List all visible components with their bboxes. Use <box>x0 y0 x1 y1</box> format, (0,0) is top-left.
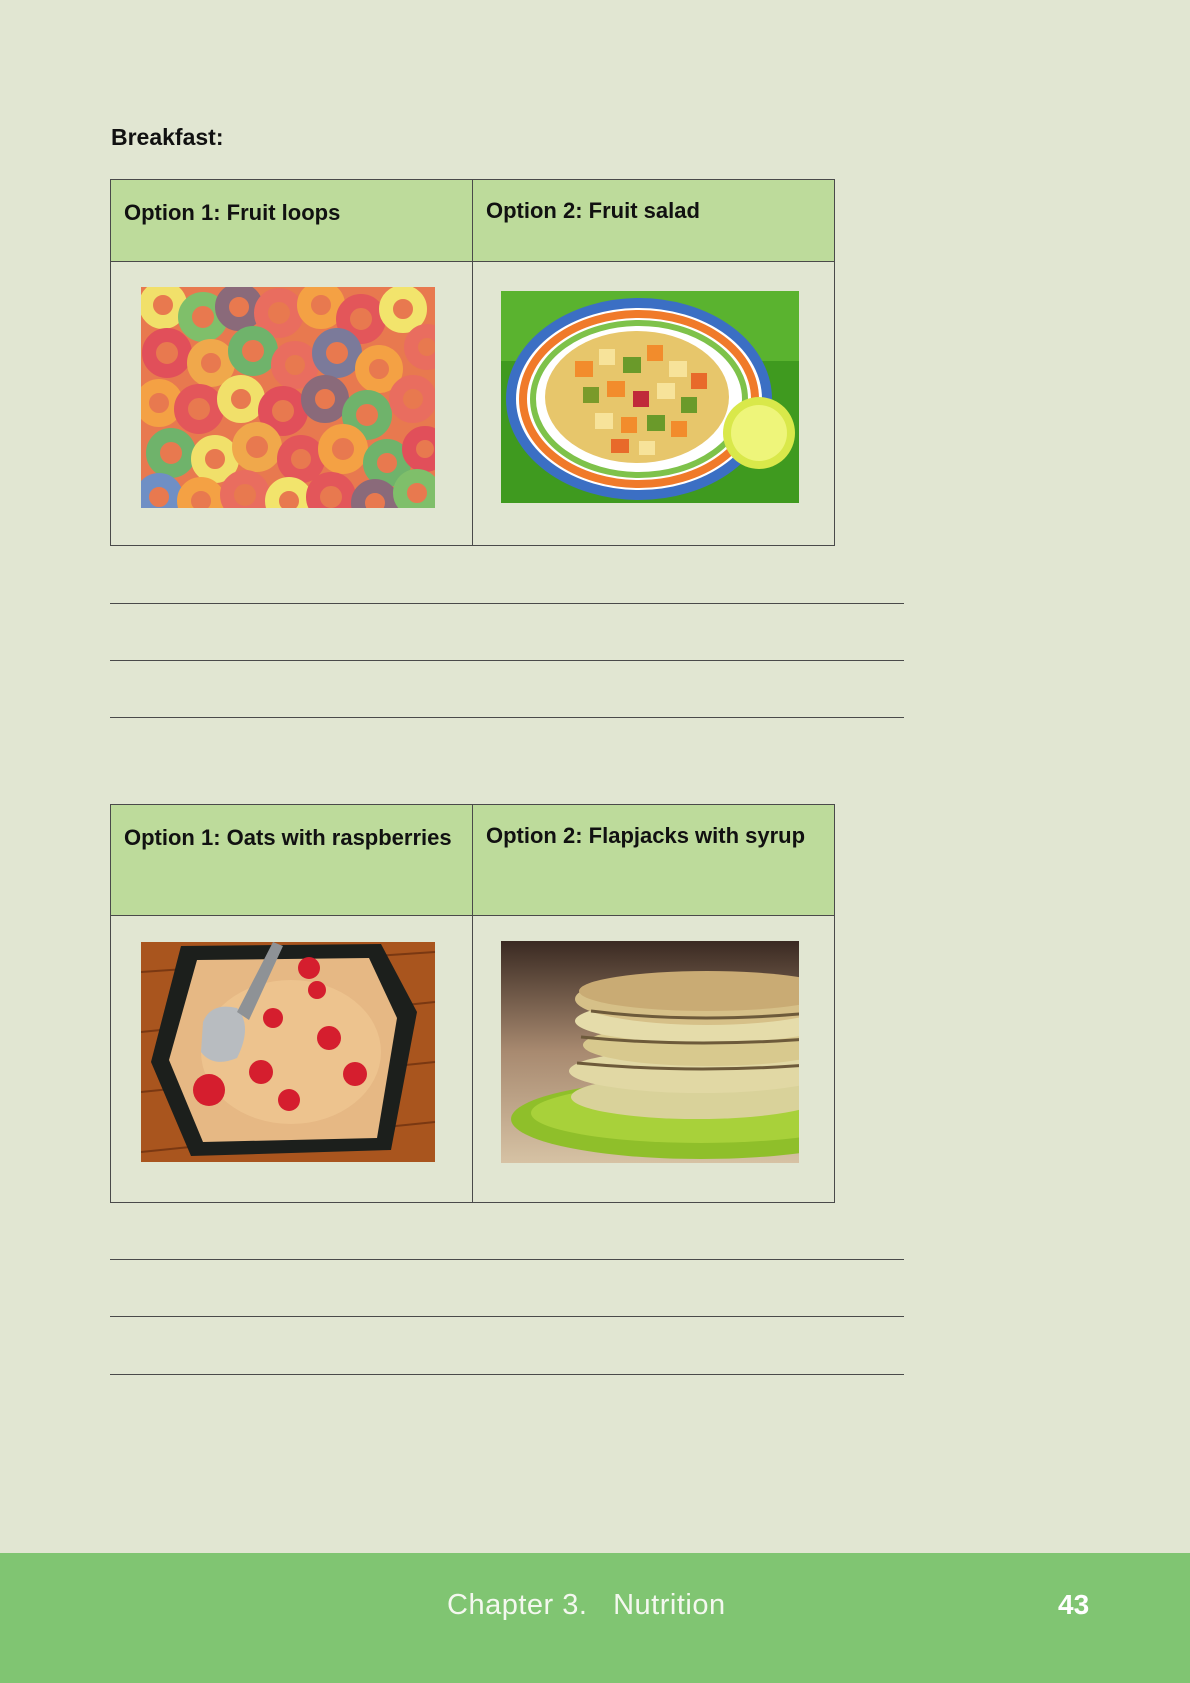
option-2-label: Option 2: Flapjacks with syrup <box>472 804 835 916</box>
flapjacks-syrup-photo <box>501 941 799 1163</box>
answer-line <box>110 1374 904 1375</box>
fruit-loops-photo <box>141 287 435 508</box>
fruit-salad-photo <box>501 291 799 503</box>
chapter-title: Chapter 3. Nutrition <box>447 1589 726 1621</box>
section-heading: Breakfast: <box>111 124 224 150</box>
comparison-table-2: Option 1: Oats with raspberries Option 2… <box>110 804 835 1203</box>
answer-line <box>110 603 904 604</box>
option-1-label: Option 1: Fruit loops <box>110 179 473 262</box>
page-footer: Chapter 3. Nutrition 43 <box>0 1553 1190 1683</box>
option-2-label: Option 2: Fruit salad <box>472 179 835 262</box>
comparison-table-1: Option 1: Fruit loops Option 2: Fruit sa… <box>110 179 835 546</box>
option-1-label: Option 1: Oats with raspberries <box>110 804 473 916</box>
answer-line <box>110 1259 904 1260</box>
option-1-image-cell <box>110 915 473 1203</box>
option-2-image-cell <box>472 261 835 546</box>
option-1-image-cell <box>110 261 473 546</box>
answer-line <box>110 1316 904 1317</box>
option-2-image-cell <box>472 915 835 1203</box>
page-number: 43 <box>1058 1589 1090 1620</box>
answer-line <box>110 717 904 718</box>
answer-line <box>110 660 904 661</box>
oats-raspberries-photo <box>141 942 435 1162</box>
